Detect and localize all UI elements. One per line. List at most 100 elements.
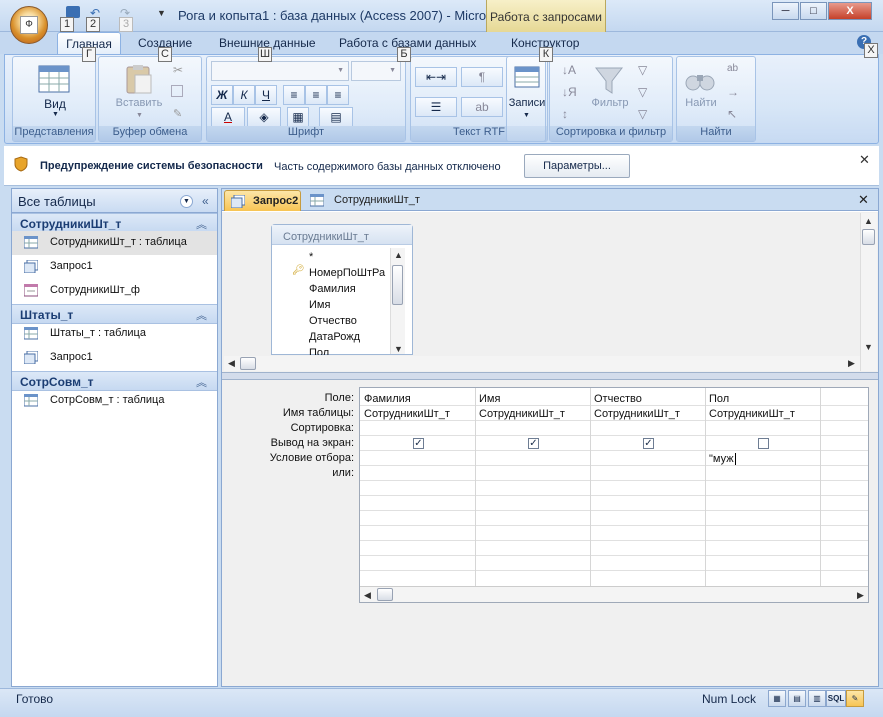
nav-item[interactable]: СотрСовм_т : таблица: [12, 389, 217, 413]
fill-color-icon[interactable]: ◈: [247, 107, 281, 127]
qbe-table-cell[interactable]: СотрудникиШт_т: [709, 408, 795, 420]
scroll-right-icon[interactable]: ▶: [857, 590, 864, 601]
qbe-field-cell[interactable]: Имя: [479, 393, 500, 405]
find-button[interactable]: Найти: [671, 97, 731, 109]
pivot-chart-icon[interactable]: ▥: [808, 690, 826, 707]
gridlines-icon[interactable]: ▦: [287, 107, 309, 127]
pane-splitter[interactable]: [222, 372, 878, 380]
scroll-up-icon[interactable]: ▲: [394, 250, 403, 260]
qbe-show-checkbox[interactable]: ✓: [528, 438, 539, 449]
query-icon: [24, 351, 38, 364]
query-icon: [24, 260, 38, 273]
design-view-icon[interactable]: ✎: [846, 690, 864, 707]
nav-menu-chevron-icon[interactable]: ▼: [180, 195, 193, 208]
nav-group-header[interactable]: СотрСовм_т ︽: [12, 371, 217, 391]
qbe-show-checkbox[interactable]: ✓: [643, 438, 654, 449]
qbe-table-cell[interactable]: СотрудникиШт_т: [479, 408, 565, 420]
nav-group-header[interactable]: СотрудникиШт_т ︽: [12, 213, 217, 233]
field-list-item[interactable]: Отчество: [309, 315, 357, 327]
indent-icon[interactable]: ⇤⇥: [415, 67, 457, 87]
minimize-button[interactable]: ─: [772, 2, 799, 20]
font-color-button[interactable]: A: [211, 107, 245, 127]
qbe-field-cell[interactable]: Отчество: [594, 393, 642, 405]
scroll-thumb[interactable]: [377, 588, 393, 601]
goto-icon[interactable]: →: [727, 85, 739, 99]
tables-pane-hscrollbar[interactable]: [224, 356, 860, 371]
qbe-table-cell[interactable]: СотрудникиШт_т: [594, 408, 680, 420]
field-list-item[interactable]: Имя: [309, 299, 330, 311]
align-right-icon[interactable]: ≡: [327, 85, 349, 105]
alternate-fill-icon[interactable]: ▤: [319, 107, 353, 127]
security-warning-message: Часть содержимого базы данных отключено: [274, 161, 501, 173]
nav-item[interactable]: СотрудникиШт_ф: [12, 279, 217, 303]
scroll-left-icon[interactable]: ◀: [364, 590, 371, 601]
format-painter-icon[interactable]: ✎: [173, 107, 182, 120]
underline-button[interactable]: Ч: [255, 85, 277, 105]
filter-button[interactable]: Фильтр: [580, 97, 640, 109]
scroll-thumb[interactable]: [392, 265, 403, 305]
nav-item[interactable]: Запрос1: [12, 346, 217, 370]
scroll-thumb[interactable]: [862, 229, 875, 245]
italic-button[interactable]: К: [233, 85, 255, 105]
advanced-filter-icon[interactable]: ▽: [638, 85, 647, 99]
font-name-select[interactable]: ▼: [211, 61, 349, 81]
selection-filter-icon[interactable]: ▽: [638, 63, 647, 77]
tab-keytip: Ш: [258, 47, 272, 62]
list-icon[interactable]: ☰: [415, 97, 457, 117]
scroll-left-icon[interactable]: ◀: [228, 358, 235, 369]
scroll-thumb[interactable]: [240, 357, 256, 370]
field-list-item[interactable]: НомерПоШтРа: [309, 267, 389, 279]
align-center-icon[interactable]: ≡: [305, 85, 327, 105]
select-icon[interactable]: ↖: [727, 107, 737, 121]
cut-icon[interactable]: ✂: [173, 63, 183, 77]
scroll-down-icon[interactable]: ▼: [394, 344, 403, 354]
nav-item[interactable]: Штаты_т : таблица: [12, 322, 217, 346]
nav-item[interactable]: Запрос1: [12, 255, 217, 279]
office-button[interactable]: Ф: [10, 6, 48, 44]
scroll-up-icon[interactable]: ▲: [864, 216, 873, 226]
security-bar-close-icon[interactable]: ✕: [859, 152, 870, 168]
maximize-button[interactable]: □: [800, 2, 827, 20]
field-list-item[interactable]: Пол: [309, 347, 329, 355]
view-button[interactable]: Вид: [25, 97, 85, 111]
sql-view-button[interactable]: SQL: [826, 690, 846, 707]
pivot-table-icon[interactable]: ▤: [788, 690, 806, 707]
replace-icon[interactable]: ab: [727, 63, 738, 74]
clear-sort-icon[interactable]: ↕: [562, 107, 568, 121]
paste-button[interactable]: Вставить: [109, 97, 169, 109]
records-button[interactable]: Записи: [497, 97, 557, 109]
close-button[interactable]: X: [828, 2, 872, 20]
sort-descending-icon[interactable]: ↓Я: [562, 85, 577, 99]
qbe-field-cell[interactable]: Пол: [709, 393, 729, 405]
text-direction-icon[interactable]: ¶: [461, 67, 503, 87]
qbe-criteria-cell[interactable]: "муж: [709, 453, 736, 465]
field-list-title[interactable]: СотрудникиШт_т: [272, 225, 412, 245]
doc-tab-table[interactable]: СотрудникиШт_т: [306, 190, 426, 211]
scroll-down-icon[interactable]: ▼: [864, 342, 873, 352]
field-list-item[interactable]: ДатаРожд: [309, 331, 360, 343]
field-list-item[interactable]: Фамилия: [309, 283, 356, 295]
qbe-table-cell[interactable]: СотрудникиШт_т: [364, 408, 450, 420]
text-cursor: [734, 453, 736, 465]
toggle-filter-icon[interactable]: ▽: [638, 107, 647, 121]
sort-ascending-icon[interactable]: ↓A: [562, 63, 576, 77]
field-list-item[interactable]: *: [309, 251, 313, 263]
qbe-show-checkbox[interactable]: ✓: [413, 438, 424, 449]
nav-group-header[interactable]: Штаты_т ︽: [12, 304, 217, 324]
collapse-pane-icon[interactable]: «: [202, 194, 209, 208]
copy-icon[interactable]: [171, 85, 183, 97]
close-document-icon[interactable]: ✕: [858, 192, 869, 208]
qat-keytip-1: 1: [60, 17, 74, 32]
security-options-button[interactable]: Параметры...: [524, 154, 630, 178]
font-size-select[interactable]: ▼: [351, 61, 401, 81]
align-left-icon[interactable]: ≡: [283, 85, 305, 105]
qbe-show-checkbox[interactable]: [758, 438, 769, 449]
nav-item[interactable]: СотрудникиШт_т : таблица: [12, 231, 217, 255]
qbe-hscrollbar[interactable]: [360, 586, 868, 602]
datasheet-view-icon[interactable]: ▦: [768, 690, 786, 707]
bold-button[interactable]: Ж: [211, 85, 233, 105]
qat-customize-icon[interactable]: ▼: [157, 8, 166, 18]
qbe-field-cell[interactable]: Фамилия: [364, 393, 411, 405]
doc-tab-query2[interactable]: Запрос2: [224, 190, 301, 211]
scroll-right-icon[interactable]: ▶: [848, 358, 855, 369]
